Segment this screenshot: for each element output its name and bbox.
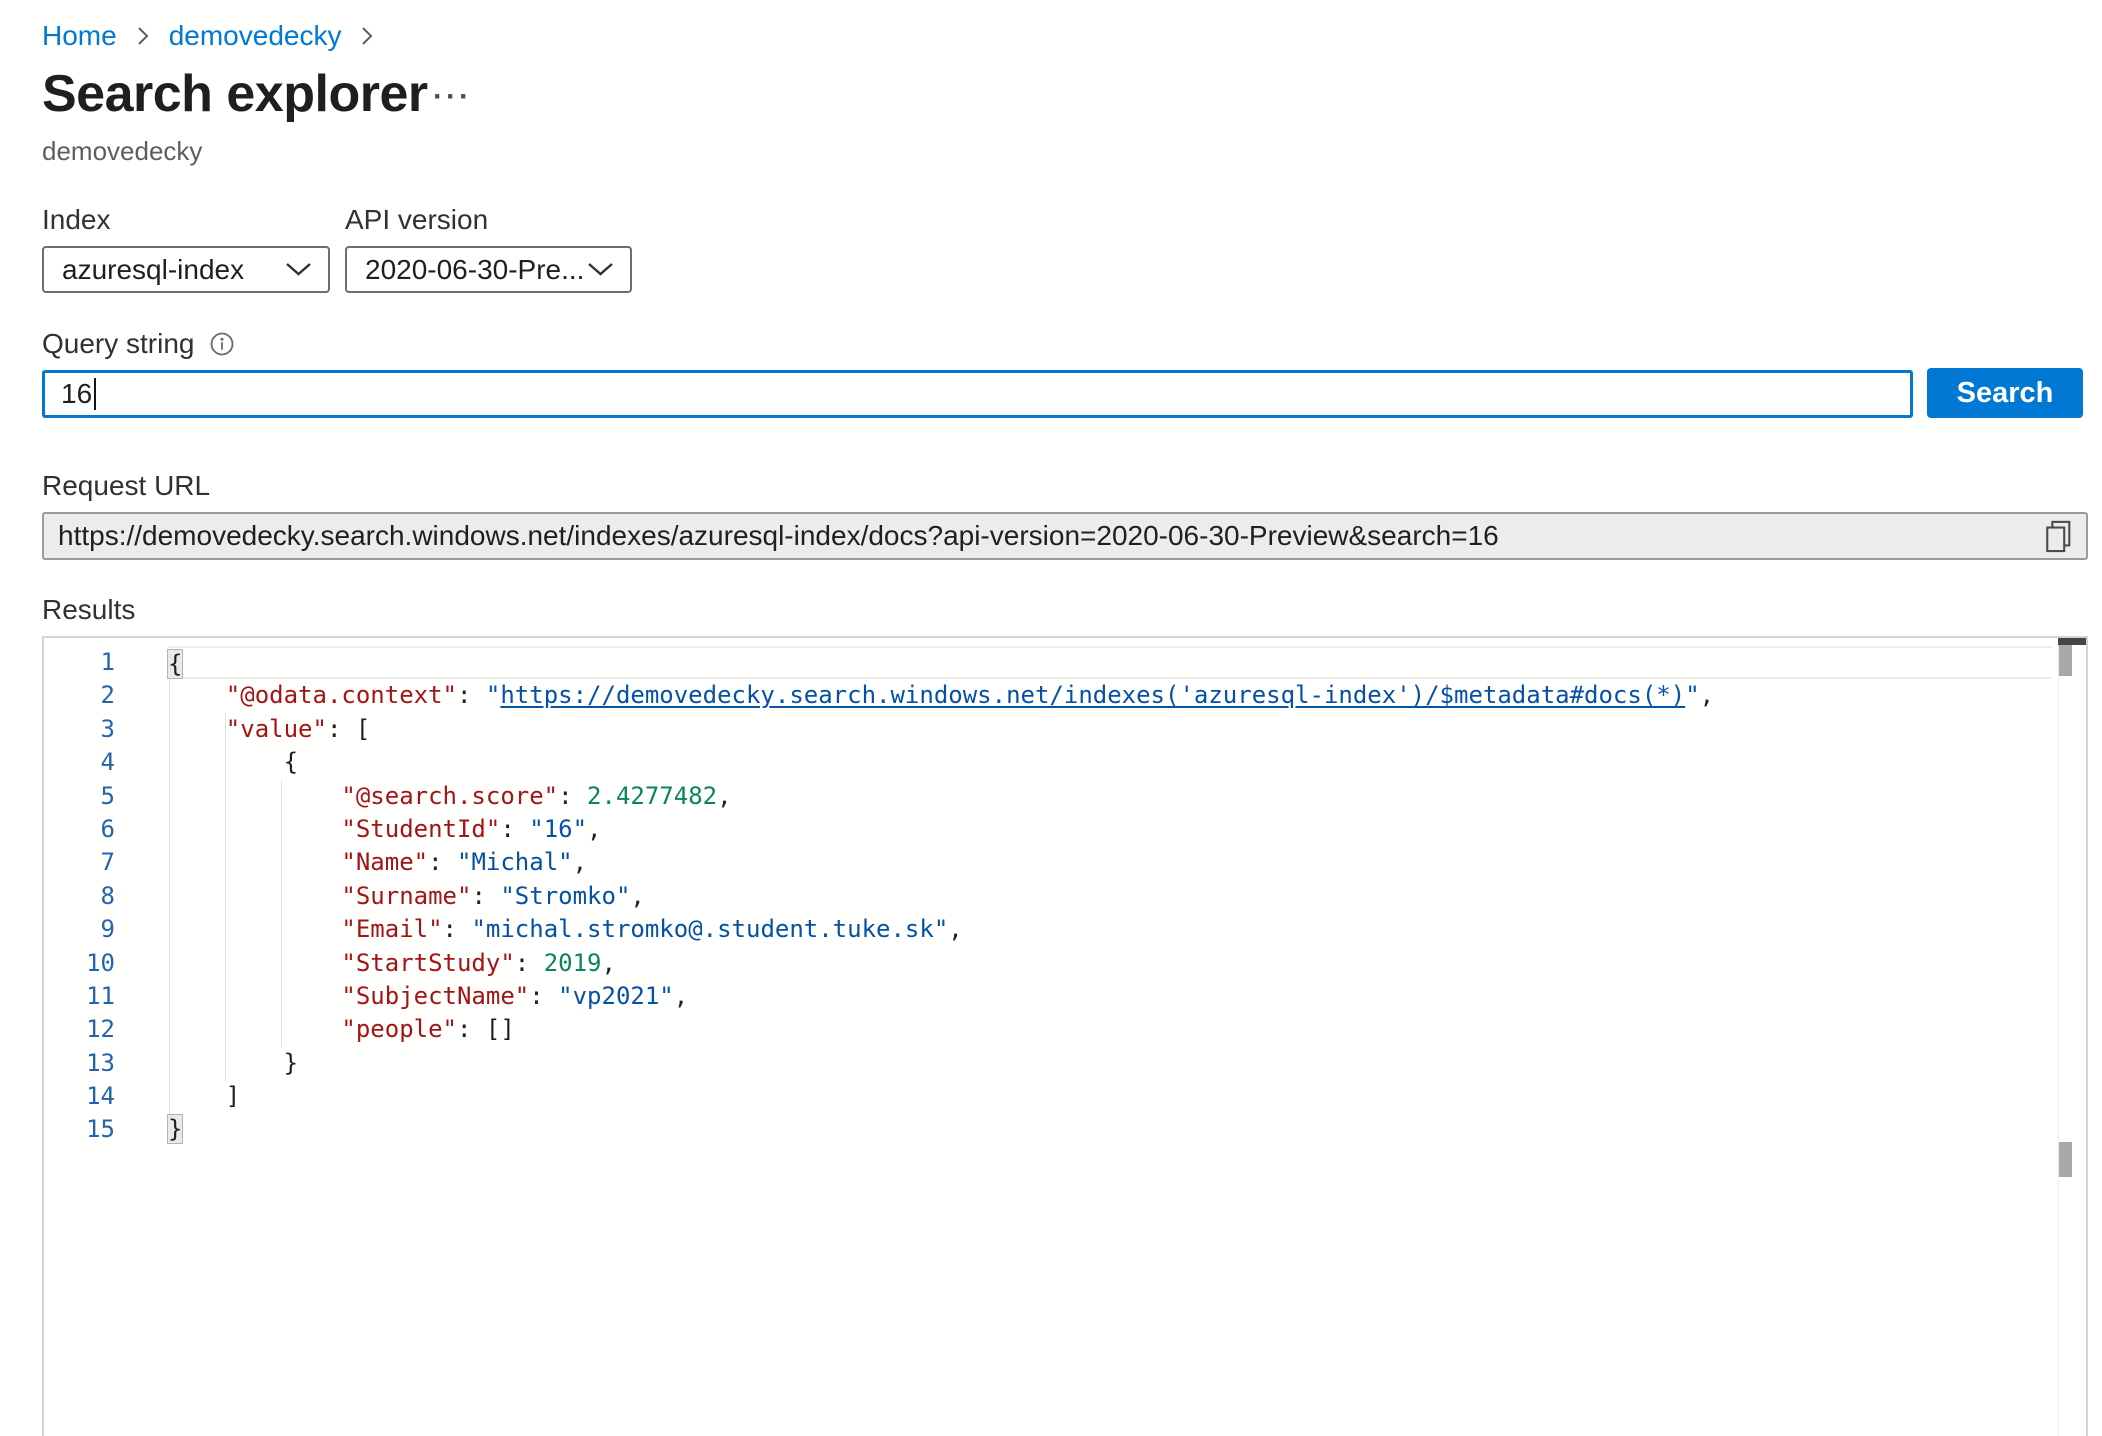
- chevron-right-icon: [135, 23, 151, 49]
- line-number: 11: [44, 980, 115, 1013]
- odata-context-link[interactable]: https://demovedecky.search.windows.net/i…: [500, 681, 1685, 709]
- chevron-down-icon: [587, 262, 614, 277]
- scrollbar-top-decoration: [2058, 638, 2086, 645]
- line-number: 15: [44, 1113, 115, 1146]
- line-number: 6: [44, 813, 115, 846]
- code-line[interactable]: "StudentId": "16",: [168, 813, 2052, 846]
- request-url-label: Request URL: [42, 470, 210, 502]
- api-version-label: API version: [345, 204, 488, 236]
- request-url-value: https://demovedecky.search.windows.net/i…: [58, 520, 1499, 552]
- line-number: 1: [44, 646, 115, 679]
- index-label: Index: [42, 204, 111, 236]
- query-input[interactable]: 16: [42, 370, 1913, 418]
- line-number: 14: [44, 1080, 115, 1113]
- panel-scrollbar-thumb[interactable]: [2059, 1142, 2072, 1177]
- info-icon[interactable]: [209, 331, 235, 357]
- scrollbar-track: [2058, 638, 2059, 1436]
- breadcrumb-home-link[interactable]: Home: [42, 20, 117, 52]
- breadcrumb-service-link[interactable]: demovedecky: [169, 20, 342, 52]
- context-menu-button[interactable]: ···: [433, 80, 472, 114]
- results-label: Results: [42, 594, 135, 626]
- api-version-dropdown[interactable]: 2020-06-30-Pre...: [345, 246, 632, 293]
- chevron-down-icon: [285, 262, 312, 277]
- line-number: 4: [44, 746, 115, 779]
- query-string-label: Query string: [42, 328, 195, 360]
- code-line[interactable]: "people": []: [168, 1013, 2052, 1046]
- results-json-editor[interactable]: 123456789101112131415 { "@odata.context"…: [42, 636, 2088, 1436]
- line-number: 12: [44, 1013, 115, 1046]
- query-input-value: 16: [61, 378, 92, 410]
- api-version-dropdown-value: 2020-06-30-Pre...: [365, 254, 584, 286]
- text-caret: [94, 378, 96, 410]
- editor-code: { "@odata.context": "https://demovedecky…: [168, 646, 2052, 1147]
- page-title: Search explorer: [42, 64, 428, 124]
- page-subtitle: demovedecky: [42, 136, 202, 167]
- editor-scrollbar-thumb[interactable]: [2059, 645, 2072, 676]
- line-number: 8: [44, 880, 115, 913]
- code-line[interactable]: {: [168, 646, 2052, 679]
- chevron-right-icon: [359, 23, 375, 49]
- query-string-label-row: Query string: [42, 328, 235, 360]
- code-line[interactable]: }: [168, 1113, 2052, 1146]
- copy-icon[interactable]: [2042, 517, 2074, 555]
- editor-gutter: 123456789101112131415: [44, 646, 115, 1147]
- line-number: 9: [44, 913, 115, 946]
- search-explorer-page: Home demovedecky Search explorer ··· dem…: [0, 0, 2102, 1436]
- code-line[interactable]: "@search.score": 2.4277482,: [168, 780, 2052, 813]
- line-number: 5: [44, 780, 115, 813]
- line-number: 3: [44, 713, 115, 746]
- code-line[interactable]: "value": [: [168, 713, 2052, 746]
- code-line[interactable]: "Email": "michal.stromko@.student.tuke.s…: [168, 913, 2052, 946]
- index-dropdown[interactable]: azuresql-index: [42, 246, 330, 293]
- line-number: 13: [44, 1047, 115, 1080]
- breadcrumb: Home demovedecky: [42, 20, 375, 52]
- code-line[interactable]: "Surname": "Stromko",: [168, 880, 2052, 913]
- request-url-field: https://demovedecky.search.windows.net/i…: [42, 512, 2088, 560]
- code-line[interactable]: "@odata.context": "https://demovedecky.s…: [168, 679, 2052, 712]
- code-line[interactable]: "SubjectName": "vp2021",: [168, 980, 2052, 1013]
- code-line[interactable]: "Name": "Michal",: [168, 846, 2052, 879]
- code-line[interactable]: ]: [168, 1080, 2052, 1113]
- code-line[interactable]: "StartStudy": 2019,: [168, 947, 2052, 980]
- line-number: 7: [44, 846, 115, 879]
- line-number: 2: [44, 679, 115, 712]
- code-line[interactable]: }: [168, 1047, 2052, 1080]
- code-line[interactable]: {: [168, 746, 2052, 779]
- index-dropdown-value: azuresql-index: [62, 254, 244, 286]
- line-number: 10: [44, 947, 115, 980]
- search-button[interactable]: Search: [1927, 368, 2083, 418]
